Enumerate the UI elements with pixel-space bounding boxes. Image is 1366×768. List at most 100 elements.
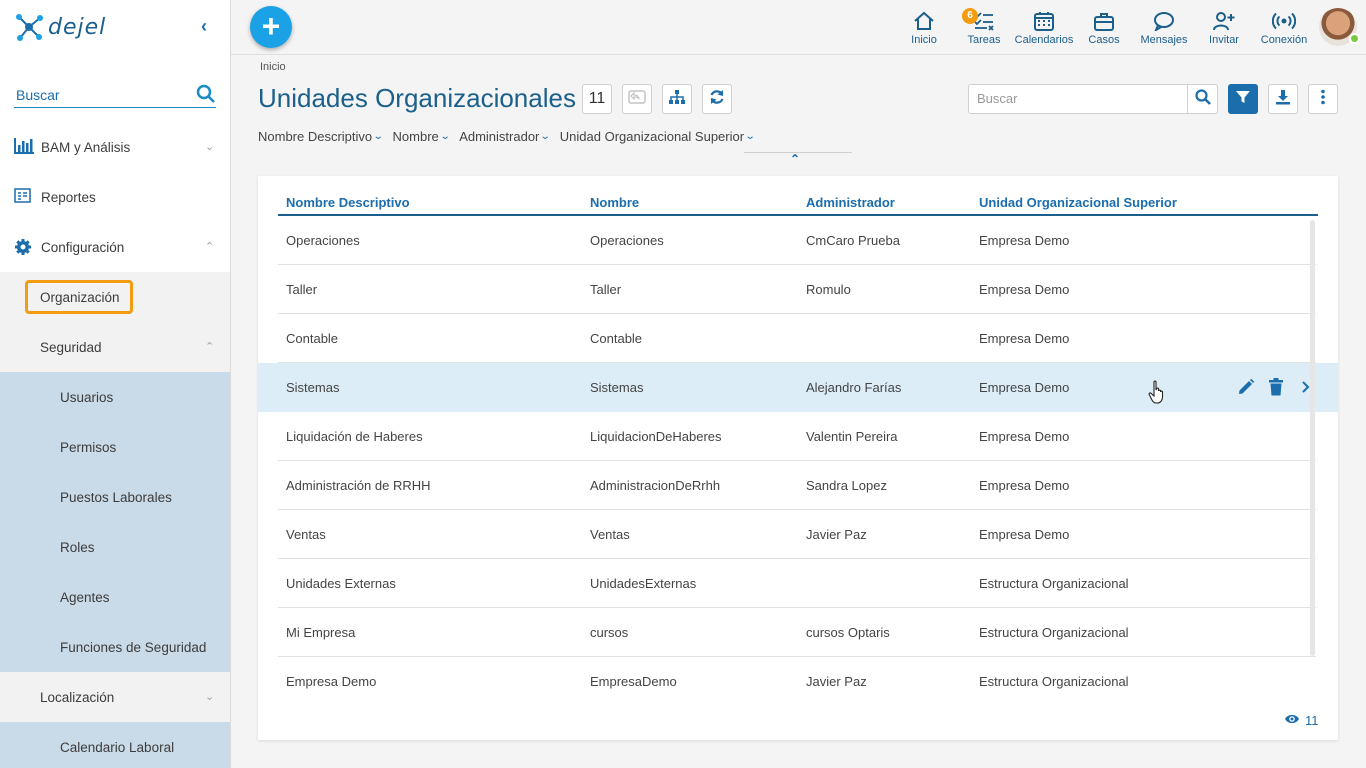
table-cell: Empresa Demo [979,380,1070,395]
table-row[interactable]: Administración de RRHH AdministracionDeR… [258,461,1338,510]
sidebar-item-label: Permisos [60,439,117,455]
nav-conexion[interactable]: Conexión [1260,0,1308,55]
more-options-button[interactable] [1308,84,1338,114]
table-scrollbar[interactable] [1310,220,1315,656]
chevron-down-icon: ⌄ [439,131,451,142]
table-body: Operaciones Operaciones CmCaro Prueba Em… [258,216,1338,706]
sidebar-item-configuracion[interactable]: Configuración ⌃ [0,222,230,272]
table-row[interactable]: Empresa Demo EmpresaDemo Javier Paz Estr… [258,657,1338,706]
table-row[interactable]: Ventas Ventas Javier Paz Empresa Demo [258,510,1338,559]
sidebar-item-puestos-laborales[interactable]: Puestos Laborales [0,472,230,522]
breadcrumb[interactable]: Inicio [260,61,286,73]
nav-label: Invitar [1209,34,1239,46]
table-row[interactable]: Unidades Externas UnidadesExternas Estru… [258,559,1338,608]
table-row[interactable]: Operaciones Operaciones CmCaro Prueba Em… [258,216,1338,265]
refresh-icon [709,89,725,110]
table-cell: Ventas [590,527,630,542]
column-filter-nombre-descriptivo[interactable]: Nombre Descriptivo ⌄ [258,129,384,144]
table-cell: Liquidación de Haberes [286,429,423,444]
chevron-up-icon[interactable]: ⌃ [790,152,800,166]
table-row-highlighted[interactable]: Sistemas Sistemas Alejandro Farías Empre… [258,363,1338,412]
sidebar-item-calendario-laboral[interactable]: Calendario Laboral [0,722,230,768]
table-cell: Sandra Lopez [806,478,887,493]
sidebar-item-localizacion[interactable]: Localización ⌄ [0,672,230,722]
search-button[interactable] [1187,85,1217,113]
column-filter-label: Nombre Descriptivo [258,129,373,144]
sidebar: dejel ‹ BAM y Análisis ⌄ Reportes Config… [0,0,231,768]
edit-icon[interactable] [1236,377,1256,397]
table-cell: Ventas [286,527,326,542]
signal-icon [1272,10,1296,32]
table-cell: LiquidacionDeHaberes [590,429,722,444]
column-header[interactable]: Nombre [590,195,639,210]
nav-label: Mensajes [1140,34,1188,46]
delete-icon[interactable] [1266,377,1286,397]
sidebar-item-seguridad[interactable]: Seguridad ⌃ [0,322,230,372]
chevron-up-icon: ⌃ [205,241,215,253]
hierarchy-button[interactable] [662,84,692,114]
search-icon [1194,88,1211,110]
eye-icon [1284,713,1300,728]
table-row[interactable]: Contable Contable Empresa Demo [258,314,1338,363]
report-icon [14,188,34,206]
filter-button[interactable] [1228,84,1258,114]
column-header[interactable]: Unidad Organizacional Superior [979,195,1177,210]
table-row[interactable]: Taller Taller Romulo Empresa Demo [258,265,1338,314]
more-vertical-icon [1320,89,1326,110]
sidebar-item-roles[interactable]: Roles [0,522,230,572]
calendar-icon [1033,10,1055,32]
table-cell: Javier Paz [806,527,867,542]
add-button[interactable]: + [250,6,292,48]
refresh-button[interactable] [702,84,732,114]
nav-mensajes[interactable]: Mensajes [1139,0,1189,55]
sidebar-item-reportes[interactable]: Reportes [0,172,230,222]
disabled-action-button[interactable] [622,84,652,114]
nav-tareas[interactable]: 6 Tareas [962,0,1004,55]
table-cell: Taller [286,282,318,297]
search-input[interactable] [977,91,1182,106]
sidebar-item-funciones-seguridad[interactable]: Funciones de Seguridad [0,622,230,672]
table-row[interactable]: Mi Empresa cursos cursos Optaris Estruct… [258,608,1338,657]
sidebar-item-agentes[interactable]: Agentes [0,572,230,622]
table-cell: Contable [286,331,339,346]
visible-count: 11 [1284,713,1319,728]
download-button[interactable] [1268,84,1298,114]
sidebar-search-input[interactable] [14,86,184,103]
table-cell: Empresa Demo [979,478,1070,493]
nav-casos[interactable]: Casos [1086,0,1122,55]
table-cell: AdministracionDeRrhh [590,478,721,493]
column-filters: Nombre Descriptivo ⌄ Nombre ⌄ Administrado… [258,129,756,144]
nav-inicio[interactable]: Inicio [906,0,942,55]
table-cell: UnidadesExternas [590,576,697,591]
deyel-logo[interactable]: dejel [14,10,164,44]
table-cell: EmpresaDemo [590,674,677,689]
column-header[interactable]: Administrador [806,195,895,210]
column-filter-administrador[interactable]: Administrador ⌄ [459,129,551,144]
table-row[interactable]: Liquidación de Haberes LiquidacionDeHabe… [258,412,1338,461]
table-card: Nombre Descriptivo Nombre Administrador … [258,176,1338,740]
bar-chart-icon [14,138,34,156]
table-cell: Contable [590,331,643,346]
column-header[interactable]: Nombre Descriptivo [286,195,410,210]
table-cell: Estructura Organizacional [979,576,1129,591]
column-filter-nombre[interactable]: Nombre ⌄ [393,129,451,144]
column-filter-label: Administrador [459,129,540,144]
reply-icon [628,89,646,110]
collapse-sidebar-button[interactable]: ‹ [196,16,212,36]
sidebar-item-permisos[interactable]: Permisos [0,422,230,472]
column-filter-unidad-superior[interactable]: Unidad Organizacional Superior ⌄ [560,129,756,144]
nav-invitar[interactable]: Invitar [1206,0,1242,55]
table-cell: Taller [590,282,622,297]
gear-icon [14,238,34,256]
sidebar-item-label: Seguridad [40,339,102,355]
nav-calendarios[interactable]: Calendarios [1015,0,1073,55]
sidebar-item-bam[interactable]: BAM y Análisis ⌄ [0,122,230,172]
table-cell: CmCaro Prueba [806,233,900,248]
table-cell: Unidades Externas [286,576,396,591]
sidebar-item-label: Roles [60,539,95,555]
sidebar-item-usuarios[interactable]: Usuarios [0,372,230,422]
search-icon[interactable] [196,84,216,109]
sidebar-item-organizacion[interactable]: Organización [0,272,230,322]
sidebar-item-label: Reportes [41,189,96,205]
sidebar-item-label: Configuración [41,239,125,255]
